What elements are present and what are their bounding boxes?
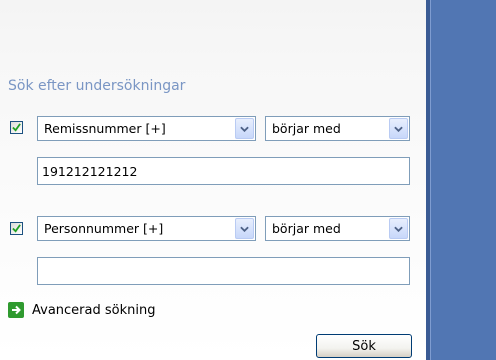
chevron-down-icon[interactable] xyxy=(389,118,408,139)
check-mark-icon xyxy=(12,224,21,233)
chevron-down-icon[interactable] xyxy=(235,118,254,139)
row1-operator-select[interactable]: börjar med xyxy=(265,116,410,141)
row1-operator-value: börjar med xyxy=(272,121,341,136)
search-button[interactable]: Sök xyxy=(316,334,412,358)
chevron-down-icon[interactable] xyxy=(235,218,254,239)
row2-field-value: Personnummer [+] xyxy=(44,221,164,236)
row1-value-input[interactable] xyxy=(37,157,410,185)
check-mark-icon xyxy=(12,123,21,132)
right-side-panel xyxy=(426,0,496,360)
row2-value-field[interactable] xyxy=(38,258,409,284)
search-heading: Sök efter undersökningar xyxy=(8,78,186,94)
chevron-down-icon[interactable] xyxy=(389,218,408,239)
green-arrow-right-icon xyxy=(8,302,24,318)
row2-checkbox[interactable] xyxy=(10,222,23,235)
advanced-search-label: Avancerad sökning xyxy=(32,302,156,318)
search-panel: Sök efter undersökningar Remissnummer [+… xyxy=(0,0,426,360)
row1-checkbox[interactable] xyxy=(10,121,23,134)
row1-value-field[interactable] xyxy=(38,158,409,184)
row1-field-select[interactable]: Remissnummer [+] xyxy=(37,116,256,141)
row2-field-select[interactable]: Personnummer [+] xyxy=(37,216,256,241)
row2-operator-select[interactable]: börjar med xyxy=(265,216,410,241)
row2-value-input[interactable] xyxy=(37,257,410,285)
advanced-search-link[interactable]: Avancerad sökning xyxy=(8,302,155,318)
row1-field-value: Remissnummer [+] xyxy=(44,121,166,136)
row2-operator-value: börjar med xyxy=(272,221,341,236)
